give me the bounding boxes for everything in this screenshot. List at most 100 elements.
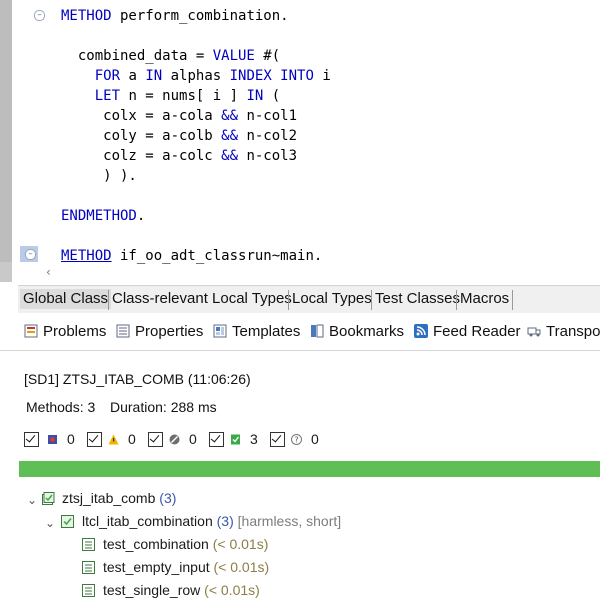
code-line[interactable]: METHOD if_oo_adt_classrun~main. [61,246,322,266]
test-method-icon [82,538,95,551]
code-text: if_oo_adt_classrun~main. [111,248,323,264]
scroll-left-icon[interactable]: ‹ [46,265,58,279]
test-method-icon [82,584,95,597]
code-line[interactable]: colz = a-colc && n-col3 [61,146,297,166]
test-class-icon [61,515,74,528]
view-tab-properties[interactable]: Properties [116,323,203,341]
unknown-icon: ? [291,434,302,445]
tree-item-meta: [harmless, short] [237,513,342,529]
code-keyword: FOR [94,68,121,84]
duration: Duration: 288 ms [110,399,217,415]
tree-item-root[interactable]: ztsj_itab_comb (3) [62,488,176,508]
filter-warnings-checkbox[interactable] [87,432,102,447]
code-line[interactable]: combined_data = VALUE #( [61,46,280,66]
filter-unknown-checkbox[interactable] [270,432,285,447]
class-test-icon [42,492,55,505]
code-line[interactable]: LET n = nums[ i ] IN ( [61,86,280,106]
code-editor[interactable]: – – METHOD perform_combination. combined… [0,0,600,282]
filter-errors-checkbox[interactable] [24,432,39,447]
fold-toggle-icon[interactable]: – [34,10,45,21]
code-line[interactable]: colx = a-cola && n-col1 [61,106,297,126]
bookmarks-icon [311,324,324,338]
view-tab-label: Problems [43,323,107,340]
tab-macros[interactable]: Macros [460,289,509,309]
error-count: 0 [67,431,75,447]
tree-item-count: (3) [159,490,177,506]
tree-item-count: (3) [216,513,234,529]
code-text: n = nums[ i ] [120,88,247,104]
view-tab-transport[interactable]: Transport [527,323,600,341]
skipped-count: 0 [189,431,197,447]
svg-text:?: ? [294,436,298,445]
tab-test-classes[interactable]: Test Classes [375,289,460,309]
chevron-down-icon[interactable]: ⌄ [27,494,37,506]
code-text: . [136,208,146,224]
tab-class-relevant-local-types[interactable]: Class-relevant Local Types [112,289,292,309]
folding-column: – [14,0,52,282]
tab-separator [371,290,372,310]
code-keyword: VALUE [212,48,255,64]
tree-item-label: test_single_row [103,582,201,598]
code-keyword: && [221,128,239,144]
code-text: colx = a-cola [61,108,222,124]
code-text: combined_data = [61,48,213,64]
tree-item-label: ztsj_itab_comb [62,490,156,506]
view-tab-templates[interactable]: Templates [213,323,300,341]
code-text: n-col1 [238,108,298,124]
view-tab-label: Transport [546,323,600,340]
tree-item-label: test_combination [103,536,209,552]
tree-item-time: (< 0.01s) [212,536,269,552]
view-tab-bookmarks[interactable]: Bookmarks [310,323,404,341]
tab-separator [108,290,109,310]
code-line[interactable]: METHOD perform_combination. [61,6,289,26]
tree-item-test-method[interactable]: test_combination (< 0.01s) [103,534,268,554]
code-keyword: LET [94,88,121,104]
tree-item-label: test_empty_input [103,559,210,575]
horizontal-scrollbar[interactable] [40,264,600,282]
fold-toggle-icon[interactable]: – [25,249,36,260]
view-tab-feed-reader[interactable]: Feed Reader [414,323,521,341]
chevron-down-icon[interactable]: ⌄ [45,517,55,529]
code-text: n-col2 [238,128,298,144]
result-title: [SD1] ZTSJ_ITAB_COMB (11:06:26) [24,371,251,387]
transport-icon [527,327,541,337]
code-keyword: METHOD [61,8,112,24]
tree-item-time: (< 0.01s) [213,559,270,575]
passed-count: 3 [250,431,258,447]
code-keyword: IN [246,88,264,104]
view-tab-bar: Problems Properties Templates Bookmarks … [0,313,600,351]
code-text: ) ). [61,168,137,184]
code-text: a [120,68,146,84]
filter-passed-checkbox[interactable] [209,432,224,447]
view-tab-label: Templates [232,323,301,340]
code-line[interactable]: coly = a-colb && n-col2 [61,126,297,146]
tree-item-test-method[interactable]: test_empty_input (< 0.01s) [103,557,269,577]
passed-icon [230,434,241,445]
code-text: ( [263,88,281,104]
code-line[interactable]: ) ). [61,166,137,186]
filter-skipped-checkbox[interactable] [148,432,163,447]
code-text: colz = a-colc [61,148,222,164]
tree-item-test-class[interactable]: ltcl_itab_combination (3) [harmless, sho… [82,511,341,531]
warning-count: 0 [128,431,136,447]
code-keyword: INDEX INTO [229,68,314,84]
code-line[interactable]: FOR a IN alphas INDEX INTO i [61,66,331,86]
tab-local-types[interactable]: Local Types [292,289,372,309]
editor-tab-bar: Global Class Class-relevant Local Types … [18,285,600,314]
test-method-icon [82,561,95,574]
tab-separator [512,290,513,310]
code-keyword: METHOD [61,248,112,264]
tree-item-label: ltcl_itab_combination [82,513,213,529]
code-text: #( [254,48,281,64]
code-line[interactable]: ENDMETHOD. [61,206,145,226]
skipped-icon [169,434,180,445]
view-tab-problems[interactable]: Problems [24,323,106,341]
code-keyword: && [221,148,239,164]
tree-item-test-method[interactable]: test_single_row (< 0.01s) [103,580,260,600]
overview-ruler-thumb[interactable] [0,0,12,262]
tab-global-class[interactable]: Global Class [20,289,112,309]
code-text: perform_combination. [111,8,289,24]
view-tab-label: Properties [135,323,204,340]
code-text: alphas [162,68,230,84]
